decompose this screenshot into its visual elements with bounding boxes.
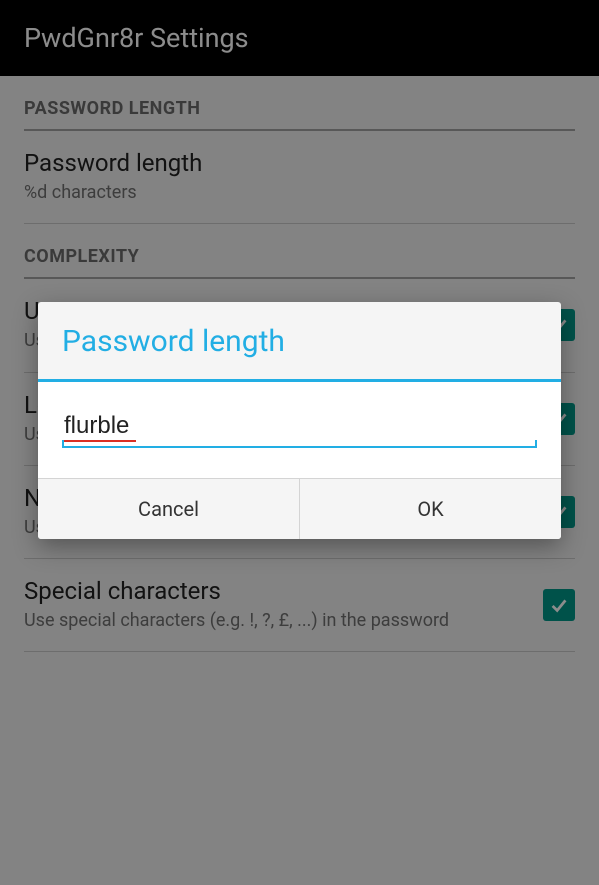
dialog-header: Password length — [38, 302, 561, 382]
spellcheck-underline — [64, 440, 136, 442]
input-wrap — [62, 406, 537, 448]
dialog-body — [38, 382, 561, 478]
cancel-button[interactable]: Cancel — [38, 479, 300, 539]
dialog-title: Password length — [62, 324, 537, 359]
dialog-password-length: Password length Cancel OK — [38, 302, 561, 539]
ok-button[interactable]: OK — [300, 479, 561, 539]
dialog-buttons: Cancel OK — [38, 478, 561, 539]
